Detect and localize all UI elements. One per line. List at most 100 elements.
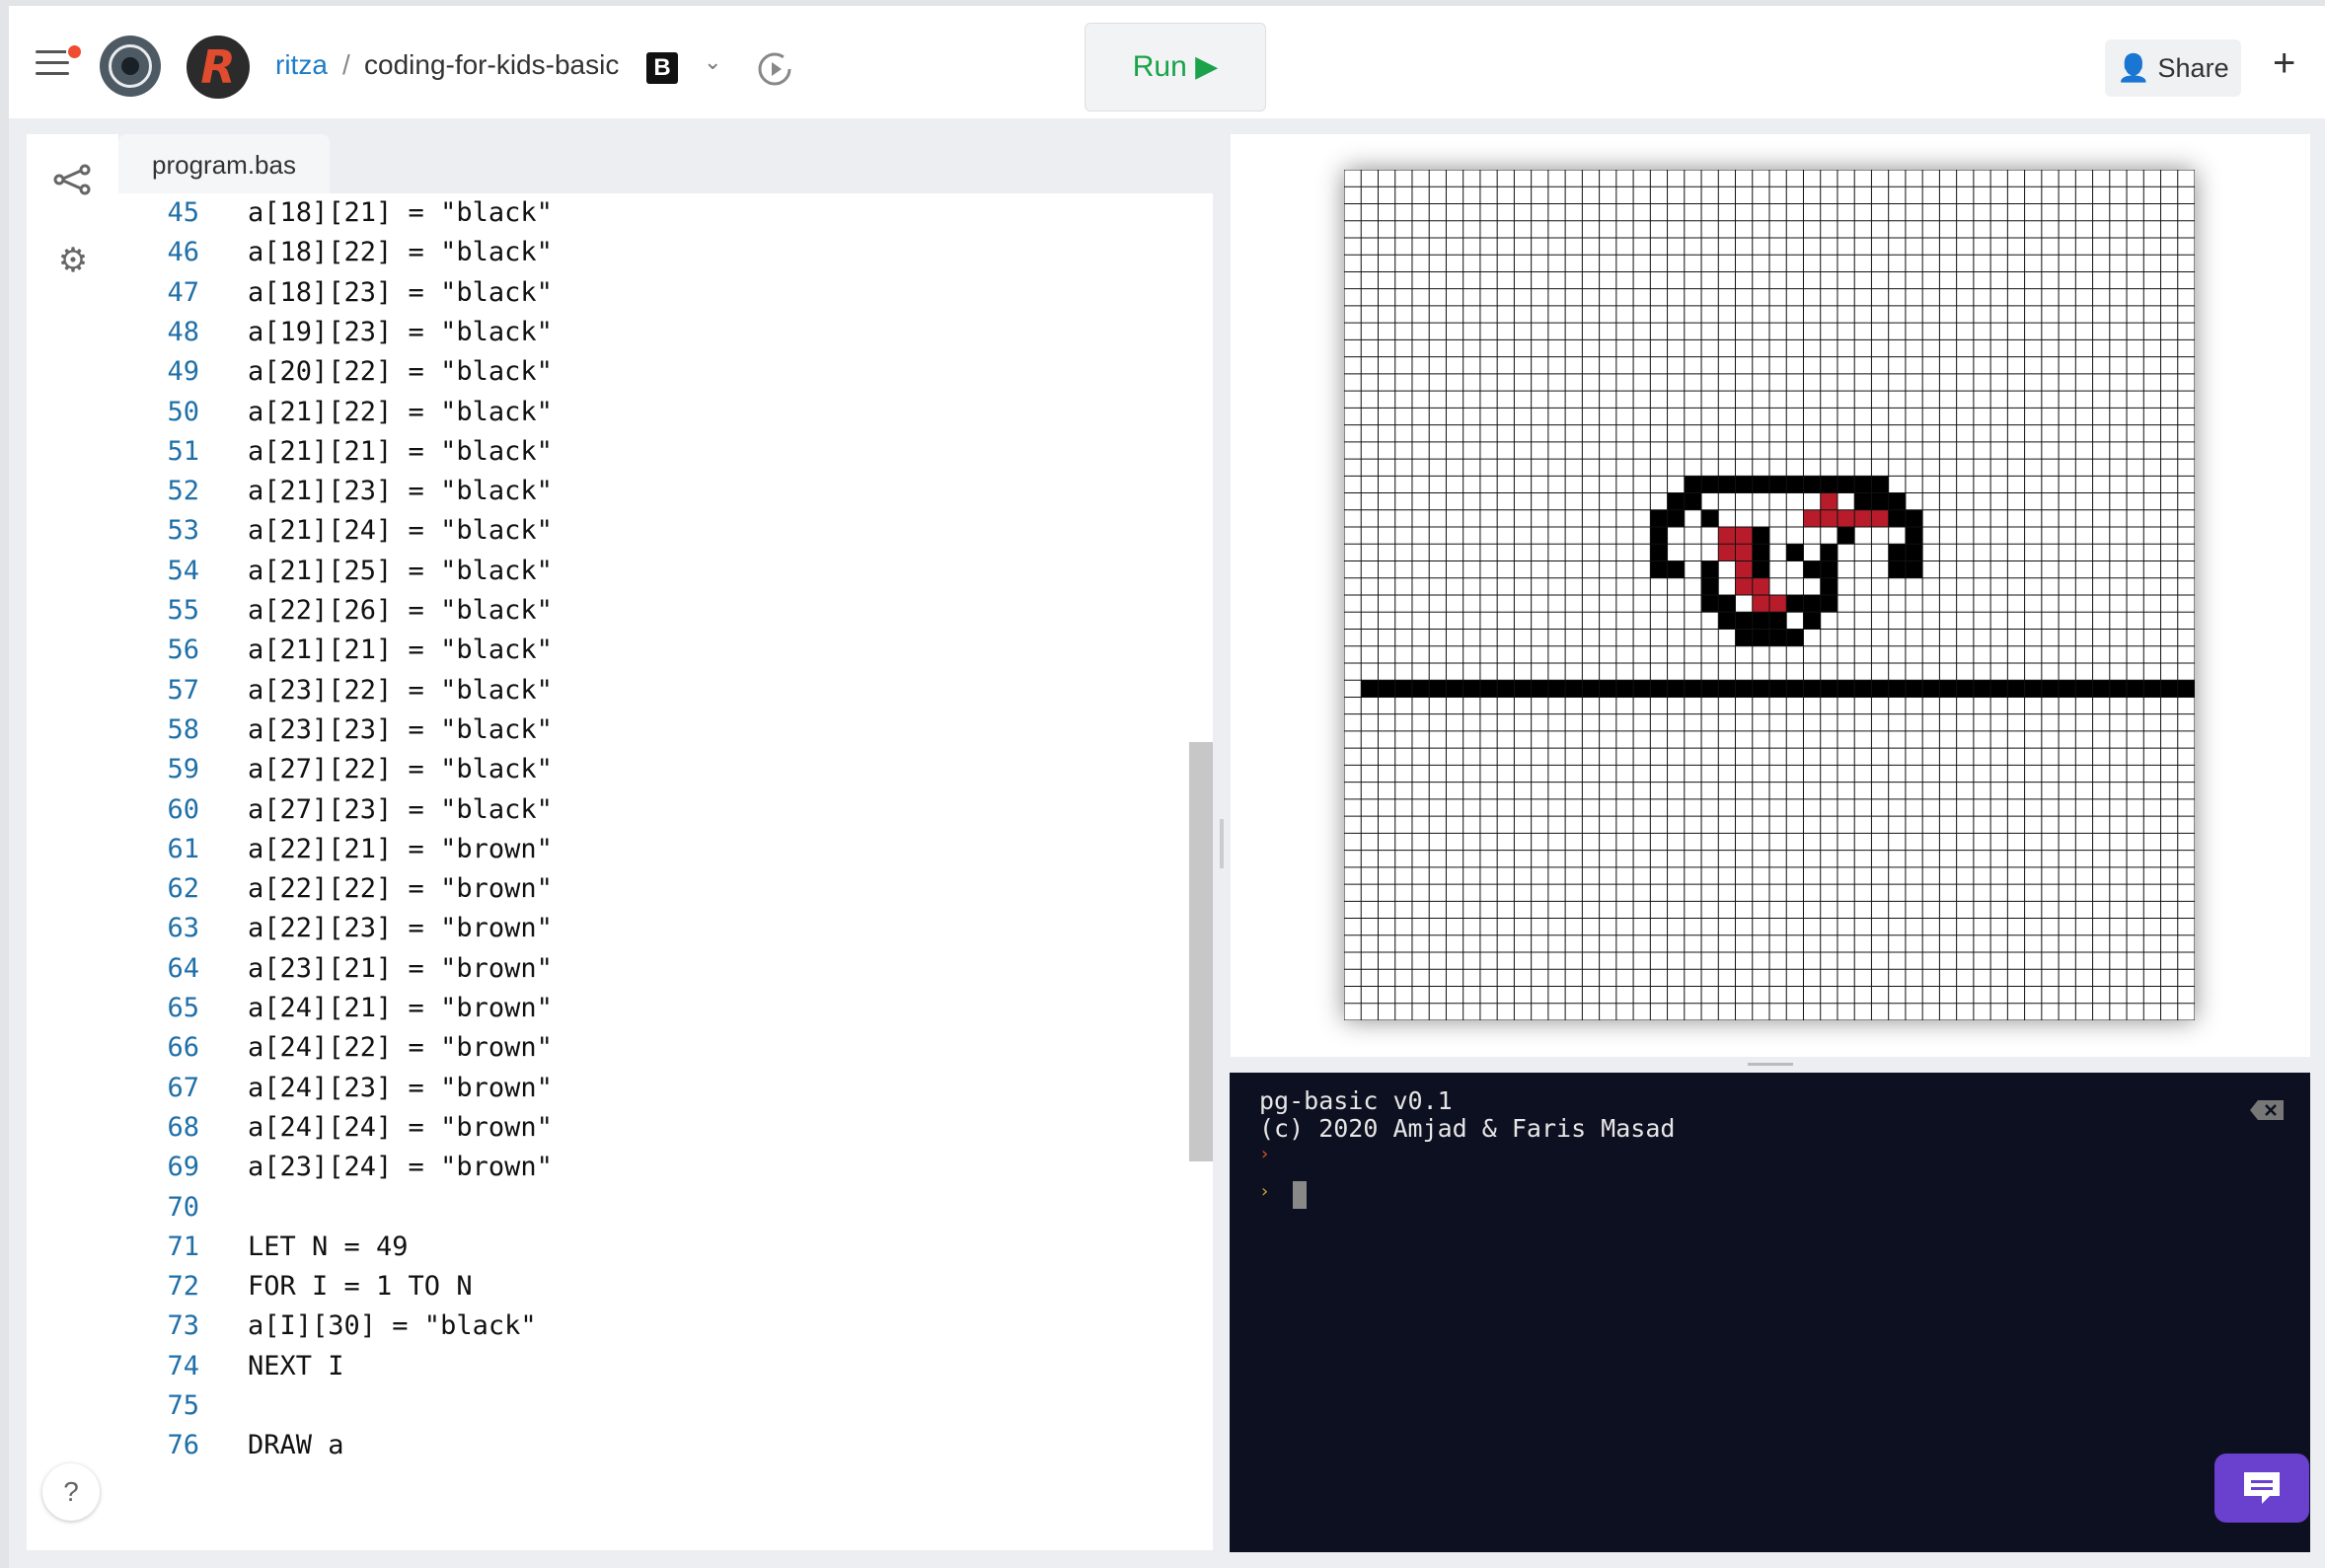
code-line[interactable]: 62 a[22][22] = "brown" <box>118 869 552 909</box>
tab-program-bas[interactable]: program.bas <box>118 134 330 195</box>
code-line[interactable]: 68 a[24][24] = "brown" <box>118 1108 552 1148</box>
line-number: 57 <box>167 674 199 706</box>
code-editor[interactable]: 45 a[18][21] = "black" 46 a[18][22] = "blac… <box>118 193 1213 1550</box>
ground-pixel <box>1615 680 1634 698</box>
ground-pixel <box>1939 680 1957 698</box>
code-text: a[22][26] = "black" <box>248 595 553 626</box>
code-line[interactable]: 45 a[18][21] = "black" <box>118 193 552 233</box>
ground-pixel <box>1701 680 1719 698</box>
console-line-version: pg-basic v0.1 <box>1259 1086 1453 1115</box>
code-line[interactable]: 61 a[22][21] = "brown" <box>118 830 552 869</box>
code-line[interactable]: 71 LET N = 49 <box>118 1228 408 1267</box>
black-pixel <box>1888 509 1906 528</box>
black-pixel <box>1888 544 1906 561</box>
black-pixel <box>1684 476 1702 493</box>
line-number: 62 <box>167 873 199 905</box>
line-number: 52 <box>167 476 199 507</box>
black-pixel <box>1667 492 1685 510</box>
breadcrumb-repo[interactable]: coding-for-kids-basic <box>364 49 619 81</box>
code-line[interactable]: 53 a[21][24] = "black" <box>118 511 552 551</box>
code-line[interactable]: 49 a[20][22] = "black" <box>118 352 552 392</box>
code-line[interactable]: 58 a[23][23] = "black" <box>118 710 552 750</box>
code-line[interactable]: 60 a[27][23] = "black" <box>118 790 552 830</box>
black-pixel <box>1769 629 1787 646</box>
black-pixel <box>1820 560 1838 578</box>
code-line[interactable]: 73 a[I][30] = "black" <box>118 1307 536 1346</box>
replit-logo[interactable] <box>100 36 161 97</box>
breadcrumb-user[interactable]: ritza <box>275 49 328 81</box>
ground-pixel <box>1497 680 1515 698</box>
share-graph-icon[interactable] <box>51 158 95 201</box>
code-text: a[23][23] = "black" <box>248 713 553 745</box>
black-pixel <box>1667 560 1685 578</box>
gear-icon[interactable]: ⚙ <box>51 239 95 282</box>
code-line[interactable]: 75 <box>118 1386 199 1426</box>
ground-pixel <box>1871 680 1889 698</box>
run-button[interactable]: Run ▶ <box>1085 23 1266 112</box>
chevron-down-icon[interactable]: ⌄ <box>704 49 721 75</box>
black-pixel <box>1701 509 1719 528</box>
black-pixel <box>1701 595 1719 613</box>
pane-splitter[interactable] <box>1220 819 1224 868</box>
code-line[interactable]: 50 a[21][22] = "black" <box>118 393 552 432</box>
line-number: 75 <box>167 1390 199 1421</box>
ground-pixel <box>1956 680 1974 698</box>
code-line[interactable]: 46 a[18][22] = "black" <box>118 233 552 272</box>
black-pixel <box>1905 544 1923 561</box>
code-line[interactable]: 52 a[21][23] = "black" <box>118 472 552 511</box>
code-line[interactable]: 51 a[21][21] = "black" <box>118 432 552 472</box>
ground-pixel <box>2092 680 2110 698</box>
console-panel[interactable]: pg-basic v0.1 (c) 2020 Amjad & Faris Mas… <box>1230 1073 2310 1552</box>
editor-scrollbar[interactable] <box>1189 742 1213 1161</box>
code-line[interactable]: 69 a[23][24] = "brown" <box>118 1148 552 1187</box>
code-text: a[20][22] = "black" <box>248 356 553 388</box>
black-pixel <box>1735 476 1753 493</box>
code-line[interactable]: 65 a[24][21] = "brown" <box>118 989 552 1028</box>
ground-pixel <box>1990 680 2008 698</box>
code-line[interactable]: 55 a[22][26] = "black" <box>118 591 552 631</box>
window-left-border <box>0 0 9 1568</box>
code-line[interactable]: 70 <box>118 1188 199 1228</box>
ground-pixel <box>1803 680 1821 698</box>
black-pixel <box>1871 476 1889 493</box>
help-button[interactable]: ? <box>42 1463 100 1521</box>
console-cursor[interactable] <box>1293 1181 1307 1209</box>
language-badge-icon: B <box>646 52 678 84</box>
ground-pixel <box>1837 680 1855 698</box>
avatar[interactable]: R <box>187 36 250 99</box>
ground-pixel <box>1922 680 1940 698</box>
code-line[interactable]: 48 a[19][23] = "black" <box>118 313 552 352</box>
code-line[interactable]: 76 DRAW a <box>118 1426 343 1465</box>
code-line[interactable]: 47 a[18][23] = "black" <box>118 273 552 313</box>
console-splitter[interactable] <box>1748 1063 1793 1066</box>
line-number: 55 <box>167 595 199 626</box>
code-line[interactable]: 74 NEXT I <box>118 1347 343 1386</box>
line-number: 59 <box>167 754 199 785</box>
black-pixel <box>1786 629 1804 646</box>
line-number: 69 <box>167 1152 199 1183</box>
code-line[interactable]: 57 a[23][22] = "black" <box>118 671 552 710</box>
console-line-copyright: (c) 2020 Amjad & Faris Masad <box>1259 1114 1676 1143</box>
backspace-icon[interactable] <box>2250 1100 2284 1120</box>
code-line[interactable]: 66 a[24][22] = "brown" <box>118 1028 552 1068</box>
code-line[interactable]: 67 a[24][23] = "brown" <box>118 1069 552 1108</box>
code-line[interactable]: 72 FOR I = 1 TO N <box>118 1267 472 1307</box>
chat-button[interactable] <box>2214 1454 2309 1523</box>
code-line[interactable]: 59 a[27][22] = "black" <box>118 750 552 789</box>
code-line[interactable]: 64 a[23][21] = "brown" <box>118 949 552 989</box>
hamburger-icon[interactable] <box>36 50 69 78</box>
ground-pixel <box>1854 680 1872 698</box>
code-line[interactable]: 56 a[21][21] = "black" <box>118 631 552 670</box>
console-prompt: › <box>1259 1144 1270 1164</box>
add-icon[interactable]: + <box>2273 41 2295 86</box>
breadcrumb-separator: / <box>342 49 350 80</box>
code-line[interactable]: 54 a[21][25] = "black" <box>118 552 552 591</box>
black-pixel <box>1684 492 1702 510</box>
code-line[interactable]: 63 a[22][23] = "brown" <box>118 909 552 948</box>
share-button[interactable]: 👤 Share <box>2105 39 2241 97</box>
black-pixel <box>1650 527 1668 545</box>
ground-pixel <box>1514 680 1532 698</box>
code-text: a[24][21] = "brown" <box>248 993 553 1023</box>
code-text: a[I][30] = "black" <box>248 1310 537 1342</box>
history-icon[interactable] <box>755 49 794 89</box>
